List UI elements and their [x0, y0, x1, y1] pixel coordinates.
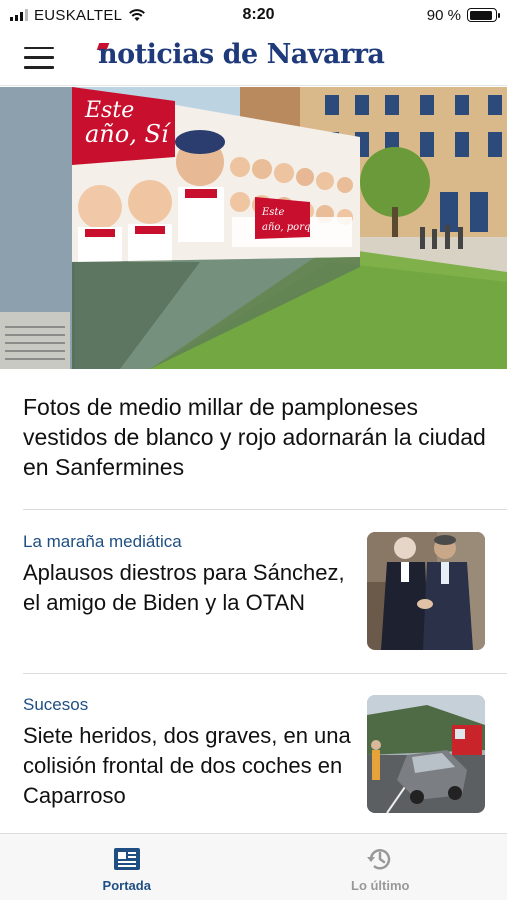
tab-label: Portada: [102, 878, 151, 893]
lead-story[interactable]: Fotos de medio millar de pamploneses ves…: [23, 392, 493, 482]
clock: 8:20: [242, 6, 275, 23]
divider: [23, 509, 507, 510]
bottom-tab-bar: Portada Lo último: [0, 833, 507, 900]
story-text: Sucesos Siete heridos, dos graves, en un…: [23, 695, 353, 811]
battery-fill: [469, 10, 492, 20]
battery-percentage: 90 %: [426, 6, 461, 24]
divider: [23, 673, 507, 674]
story-title[interactable]: Aplausos diestros para Sánchez, el amigo…: [23, 558, 353, 618]
history-clock-icon: [367, 849, 391, 870]
hero-image[interactable]: Este año, Sí Este año, porque...: [0, 87, 507, 369]
story-thumbnail[interactable]: [367, 532, 485, 650]
cellular-signal-icon: [10, 9, 28, 21]
story-title[interactable]: Siete heridos, dos graves, en una colisi…: [23, 721, 353, 811]
car-crash-photo: [367, 695, 485, 813]
banner-text-2: año, Sí: [85, 120, 172, 148]
lead-story-title[interactable]: Fotos de medio millar de pamploneses ves…: [23, 392, 493, 482]
hero-photo: Este año, Sí Este año, porque...: [0, 87, 507, 369]
battery-icon: [467, 8, 500, 22]
status-bar: EUSKALTEL 8:20 90 %: [0, 0, 507, 30]
banner-small-text-2: año, porque...: [262, 222, 332, 233]
wifi-icon: [129, 9, 146, 21]
tab-label: Lo último: [351, 878, 410, 893]
story-card[interactable]: La maraña mediática Aplausos diestros pa…: [23, 532, 485, 652]
newspaper-icon: [113, 848, 140, 870]
story-thumbnail[interactable]: [367, 695, 485, 813]
status-right: 90 %: [357, 6, 500, 24]
app-header: noticias de Navarra: [0, 30, 507, 86]
hamburger-menu-icon[interactable]: [24, 46, 54, 69]
tab-lo-ultimo[interactable]: Lo último: [254, 834, 507, 900]
carrier-name: EUSKALTEL: [34, 6, 123, 24]
story-kicker[interactable]: La maraña mediática: [23, 532, 353, 552]
banner-small-text-1: Este: [261, 207, 284, 218]
story-text: La maraña mediática Aplausos diestros pa…: [23, 532, 353, 618]
tab-portada[interactable]: Portada: [0, 834, 254, 900]
handshake-photo: [367, 532, 485, 650]
site-logo[interactable]: noticias de Navarra: [98, 39, 385, 70]
story-card[interactable]: Sucesos Siete heridos, dos graves, en un…: [23, 695, 485, 815]
story-kicker[interactable]: Sucesos: [23, 695, 353, 715]
